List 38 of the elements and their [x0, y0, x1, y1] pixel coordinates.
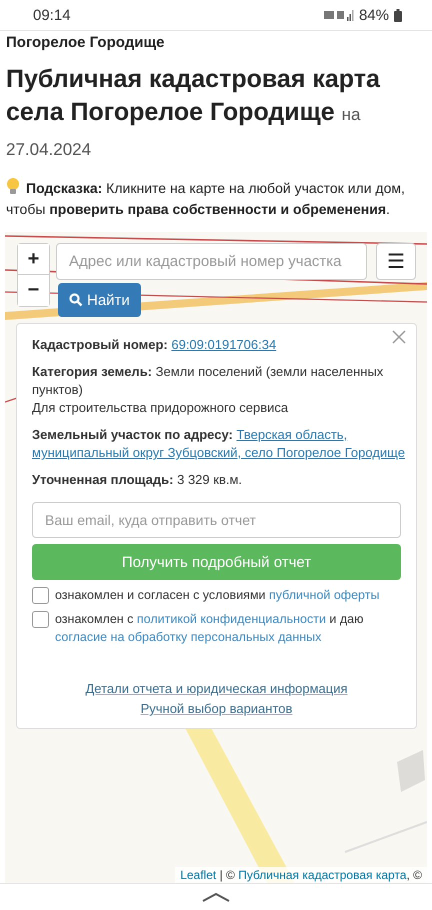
agreement-link[interactable]: политикой конфиденциальности	[136, 612, 326, 626]
close-button[interactable]	[390, 328, 408, 346]
cadastral-number-link[interactable]: 69:09:0191706:34	[171, 337, 276, 352]
attribution-link[interactable]: Leaflet	[180, 868, 216, 882]
signal-icon	[324, 9, 354, 21]
address-link[interactable]: муниципальный округ Зубцовский, село Погорелое Городище	[32, 445, 405, 460]
info-link[interactable]: Ручной выбор вариантов	[140, 700, 292, 718]
battery-icon	[394, 8, 402, 22]
search-icon	[69, 293, 83, 307]
search-field[interactable]: Адрес или кадастровый номер участка	[56, 243, 367, 280]
map-attribution: Leaflet | © Публичная кадастровая карта, ©	[175, 867, 427, 883]
area-text: Уточненная площадь: 3 329 кв.м.	[32, 472, 242, 487]
caret-up-icon[interactable]	[202, 892, 230, 902]
lightbulb-icon	[6, 178, 20, 195]
agreement-checkbox[interactable]	[32, 587, 49, 604]
address-link[interactable]: Тверская область,	[236, 427, 348, 442]
agreement-checkbox[interactable]	[32, 611, 49, 628]
attribution-link[interactable]: Публичная кадастровая карта	[238, 868, 406, 882]
info-link[interactable]: Детали отчета и юридическая информация	[85, 680, 348, 698]
find-button[interactable]: Найти	[58, 283, 141, 317]
zoom-in-button[interactable]: +	[18, 244, 49, 275]
battery-level: 84%	[358, 6, 389, 24]
hint-text: Подсказка: Кликните на карте на любой участок или дом, чтобы проверить права собственности и обременения.	[6, 178, 406, 219]
site-title: Погорелое Городище	[5, 33, 166, 51]
agreement-link[interactable]: согласие	[55, 630, 108, 644]
agreement-link[interactable]: публичной оферты	[269, 588, 380, 602]
status-time: 09:14	[33, 6, 71, 24]
land-category: Категория земель: Земли поселений (земли населенных пунктов)	[32, 364, 384, 397]
address-label: Земельный участок по адресу:	[32, 427, 233, 442]
agreement-text: ознакомлен и согласен с условиями публичной оферты	[55, 587, 380, 604]
cadastral-label: Кадастровый номер:	[32, 337, 168, 352]
page-title: Публичная кадастровая карта села Погорелое Городище на 27.04.2024	[6, 64, 381, 161]
report-button[interactable]: Получить подробный отчет	[32, 544, 401, 580]
menu-button[interactable]: ☰	[376, 243, 416, 280]
agreement-text: ознакомлен с политикой конфиденциальности и даю согласие на обработку персональных данных	[55, 611, 365, 646]
land-use: Для строительства придорожного сервиса	[32, 400, 288, 415]
email-field[interactable]: Ваш email, куда отправить отчет	[32, 502, 401, 538]
agreement-link[interactable]: на обработку персональных данных	[110, 630, 322, 644]
